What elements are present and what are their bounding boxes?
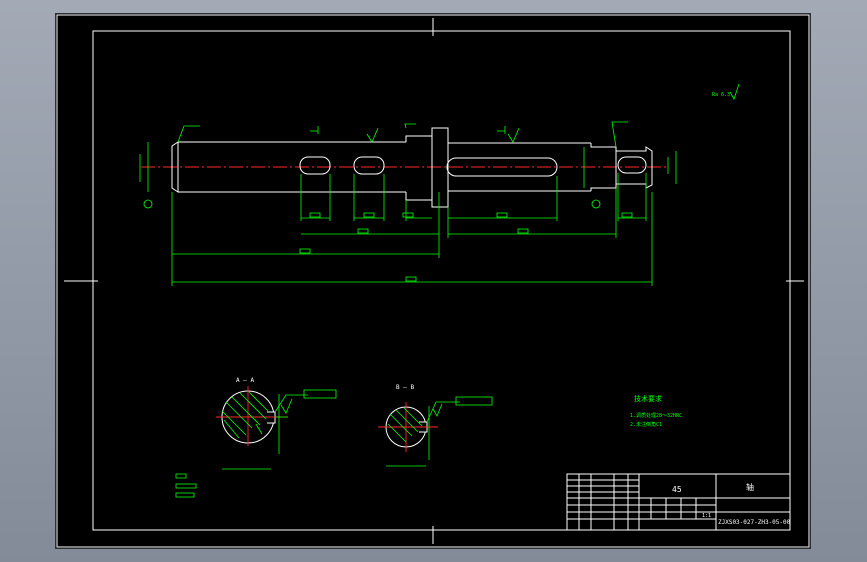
section-b-label: B — B [396, 384, 414, 391]
drawing-number-text: ZJXS03-027-ZH3-05-00 [718, 519, 791, 526]
scale-text: 1:1 [702, 513, 711, 519]
outer-border [56, 14, 810, 548]
tech-note-2: 2.未注倒角C1 [630, 421, 662, 428]
material-text: 45 [672, 485, 682, 494]
left-notes [175, 473, 197, 498]
tech-requirements-title: 技术要求 [634, 394, 662, 403]
inner-frame [92, 30, 791, 531]
shaft-main-view [141, 127, 666, 208]
section-a-a [216, 386, 337, 470]
tech-note-1: 1.调质处理28～32HRC [630, 412, 682, 419]
part-name-text: 轴 [746, 482, 754, 492]
drawing-canvas[interactable]: A — A B — B 技术要求 1.调质处理28～32HRC 2.未注倒角C1… [56, 14, 810, 548]
main-dimensions [139, 83, 740, 286]
section-a-label: A — A [236, 377, 254, 384]
drawing-svg: A — A B — B 技术要求 1.调质处理28～32HRC 2.未注倒角C1… [56, 14, 810, 548]
roughness-note: Ra 6.3 [712, 92, 730, 98]
section-b-b [378, 396, 493, 467]
cad-viewport: A — A B — B 技术要求 1.调质处理28～32HRC 2.未注倒角C1… [0, 0, 867, 562]
